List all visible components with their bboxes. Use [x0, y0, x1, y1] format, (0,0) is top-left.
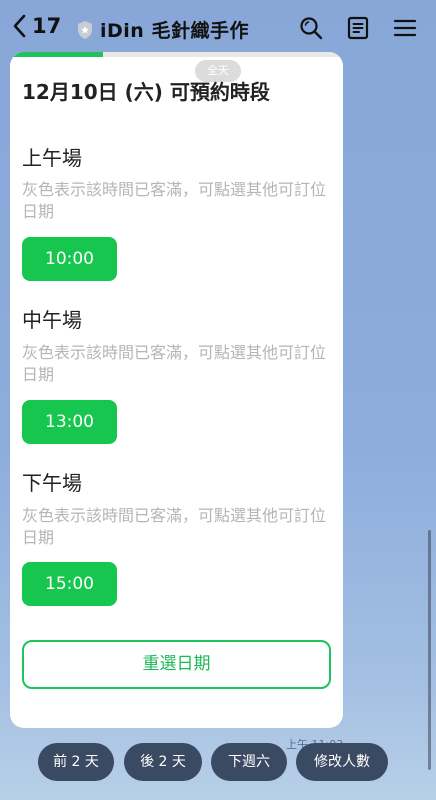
chat-title: iDin 毛針織手作 — [100, 20, 249, 42]
chat-header: 17 iDin 毛針織手作 — [0, 0, 436, 56]
section-title-morning: 上午場 — [22, 146, 82, 170]
quick-reply-change-party-size[interactable]: 修改人數 — [296, 743, 388, 781]
quick-reply-next-saturday[interactable]: 下週六 — [211, 743, 287, 781]
unread-count: 17 — [32, 14, 62, 38]
back-button[interactable]: 17 — [12, 14, 61, 38]
booking-card: 全天 12月10日 (六) 可預約時段 上午場 灰色表示該時間已客滿，可點選其他… — [10, 52, 343, 728]
section-note-noon: 灰色表示該時間已客滿，可點選其他可訂位日期 — [22, 343, 327, 384]
hamburger-menu-icon — [393, 19, 417, 37]
reselect-date-button[interactable]: 重選日期 — [22, 640, 331, 689]
chevron-left-icon — [13, 14, 26, 38]
scrollbar[interactable] — [428, 530, 431, 770]
progress-track — [10, 52, 343, 57]
section-title-noon: 中午場 — [22, 308, 82, 332]
notes-icon — [347, 16, 369, 40]
section-title-afternoon: 下午場 — [22, 471, 82, 495]
time-slot-button-morning[interactable]: 10:00 — [22, 237, 117, 281]
search-icon — [300, 17, 323, 40]
section-note-afternoon: 灰色表示該時間已客滿，可點選其他可訂位日期 — [22, 506, 327, 547]
verified-shield-icon — [78, 20, 92, 39]
search-button[interactable] — [298, 15, 324, 41]
chat-title-area[interactable]: iDin 毛針織手作 — [76, 16, 249, 43]
card-title: 12月10日 (六) 可預約時段 — [22, 80, 270, 104]
time-slot-button-afternoon[interactable]: 15:00 — [22, 562, 117, 606]
menu-button[interactable] — [392, 15, 418, 41]
progress-fill — [10, 52, 104, 57]
quick-reply-prev-2-days[interactable]: 前 2 天 — [38, 743, 114, 781]
time-slot-button-noon[interactable]: 13:00 — [22, 400, 117, 444]
section-note-morning: 灰色表示該時間已客滿，可點選其他可訂位日期 — [22, 180, 327, 221]
quick-reply-next-2-days[interactable]: 後 2 天 — [124, 743, 202, 781]
notes-button[interactable] — [345, 15, 371, 41]
